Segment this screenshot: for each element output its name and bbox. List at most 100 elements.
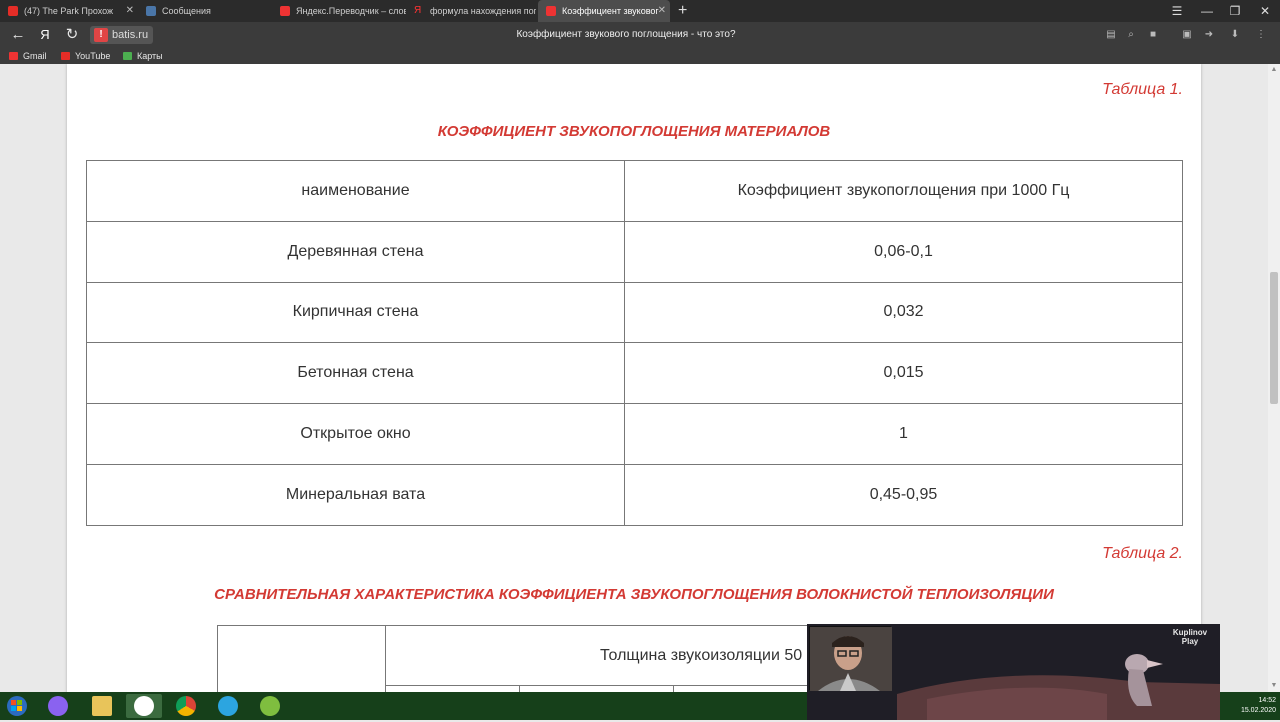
folder-icon [92,696,112,716]
table-cell: Деревянная стена [86,220,625,283]
yandex-translate-icon [280,6,290,16]
downloads-icon[interactable]: ⬇ [1228,28,1242,42]
reload-button[interactable]: ↻ [59,22,85,48]
table-row: Минеральная вата 0,45-0,95 [86,463,1183,526]
table1-heading: КОЭФФИЦИЕНТ ЗВУКОПОГЛОЩЕНИЯ МАТЕРИАЛОВ [437,123,831,140]
alice-icon [48,696,68,716]
youtube-icon [61,52,70,60]
tab-youtube[interactable]: (47) The Park Прохож ✕ [0,0,138,22]
minimize-button[interactable]: — [1192,0,1222,22]
tab-bar: (47) The Park Прохож ✕ Сообщения Яндекс.… [0,0,1280,22]
table-cell: 0,015 [624,342,1183,405]
table-cell: 1 [624,403,1183,465]
table-cell: Минеральная вата [86,463,625,526]
table-header-row: наименование Коэффициент звукопоглощения… [86,160,1183,222]
scrollbar-thumb[interactable] [1270,272,1278,404]
new-tab-button[interactable]: + [678,0,687,21]
tab-formula[interactable]: Я формула нахождения пог [406,0,536,22]
table-cell: Кирпичная стена [86,281,625,344]
bookmark-icon[interactable]: ■ [1146,28,1160,42]
bookmark-label: Карты [137,51,163,61]
taskbar-chrome-app[interactable] [168,694,204,718]
tab-label: Яндекс.Переводчик – слов [296,6,406,16]
telegram-icon [218,696,238,716]
table-row: Открытое окно 1 [86,403,1183,465]
system-clock[interactable]: 14:52 15.02.2020 [1241,696,1276,716]
restore-button[interactable]: ❐ [1220,0,1250,22]
back-button[interactable]: ← [5,22,31,48]
webcam-overlay: Kuplinov Play [807,624,1220,720]
page-title[interactable]: Коэффициент звукового поглощения - что э… [300,22,952,48]
taskbar-explorer-app[interactable] [84,694,120,718]
table-cell: Открытое окно [86,403,625,465]
taskbar-telegram-app[interactable] [210,694,246,718]
close-icon[interactable]: ✕ [658,0,666,22]
gmail-icon [9,52,18,60]
tab-label: (47) The Park Прохож [24,6,114,16]
webcam-feed [809,626,892,691]
table-row: Бетонная стена 0,015 [86,342,1183,405]
chrome-icon [176,696,196,716]
scroll-up-icon[interactable]: ▲ [1268,64,1280,76]
bookmarks-bar: Gmail YouTube Карты [0,48,1280,64]
clock-time: 14:52 [1258,697,1276,704]
article-body: Таблица 1. КОЭФФИЦИЕНТ ЗВУКОПОГЛОЩЕНИЯ М… [67,64,1201,692]
batis-site-icon [546,6,556,16]
taskbar-yandex-browser-app[interactable] [126,694,162,718]
close-window-button[interactable]: ✕ [1250,0,1280,22]
windows-logo-icon [7,696,27,716]
table1-caption: Таблица 1. [1102,81,1183,98]
page-scrollbar[interactable]: ▲ ▼ [1268,64,1280,692]
tab-label: формула нахождения пог [430,6,536,16]
clock-date: 15.02.2020 [1240,707,1276,714]
bookmark-youtube[interactable]: YouTube [59,48,110,64]
site-chip[interactable]: ! batis.ru [90,26,154,44]
tab-label: Коэффициент звуковог [562,6,659,16]
page-viewport: Таблица 1. КОЭФФИЦИЕНТ ЗВУКОПОГЛОЩЕНИЯ М… [0,64,1268,692]
address-bar: ← Я ↻ ! batis.ru Коэффициент звукового п… [0,22,1280,48]
site-domain: batis.ru [112,29,149,41]
bookmark-gmail[interactable]: Gmail [7,48,47,64]
tab-batis-active[interactable]: Коэффициент звуковог ✕ [538,0,670,22]
table2-heading: СРАВНИТЕЛЬНАЯ ХАРАКТЕРИСТИКА КОЭФФИЦИЕНТ… [214,586,1054,603]
yandex-home-button[interactable]: Я [32,22,58,48]
table-header-row: Толщина звукоизоляции 50 [217,625,886,692]
table-header-cell-empty [217,625,386,692]
table-row: Деревянная стена 0,06-0,1 [86,220,1183,283]
utorrent-icon [260,696,280,716]
table-header-cell: наименование [86,160,625,222]
table-cell: Бетонная стена [86,342,625,405]
start-button[interactable] [4,695,30,717]
table-cell: 0,45-0,95 [624,463,1183,526]
bookmark-label: Gmail [23,51,47,61]
bookmark-maps[interactable]: Карты [121,48,163,64]
absorption-table: наименование Коэффициент звукопоглощения… [86,160,1183,526]
tab-label: Сообщения [162,6,211,16]
tab-messages[interactable]: Сообщения [138,0,272,22]
vk-messages-icon [146,6,156,16]
table-header-cell: Коэффициент звукопоглощения при 1000 Гц [624,160,1183,222]
channel-logo: Kuplinov Play [1172,628,1208,646]
menu-icon[interactable]: ☰ [1162,0,1192,22]
reader-icon[interactable]: ▤ [1104,28,1118,42]
table-cell: 0,032 [624,281,1183,344]
table-row: Кирпичная стена 0,032 [86,281,1183,344]
warning-icon: ! [94,28,108,42]
table2-caption: Таблица 2. [1102,545,1183,562]
maps-icon [123,52,132,60]
tab-translate[interactable]: Яндекс.Переводчик – слов [272,0,406,22]
bookmark-label: YouTube [75,51,111,61]
zoom-icon[interactable]: ⌕ [1124,28,1138,42]
table-cell: 0,06-0,1 [624,220,1183,283]
streamer-silhouette [810,627,892,691]
close-icon[interactable]: ✕ [126,0,134,22]
fiber-insulation-table: Толщина звукоизоляции 50 [217,625,886,692]
taskbar-alice-app[interactable] [40,694,76,718]
menu-dots-icon[interactable]: ⋮ [1254,28,1268,42]
scroll-down-icon[interactable]: ▼ [1268,680,1280,692]
extension-icon[interactable]: ▣ [1180,28,1194,42]
youtube-icon [8,6,18,16]
forward-icon[interactable]: ➜ [1202,28,1216,42]
taskbar-utorrent-app[interactable] [252,694,288,718]
yandex-icon: Я [414,5,422,16]
